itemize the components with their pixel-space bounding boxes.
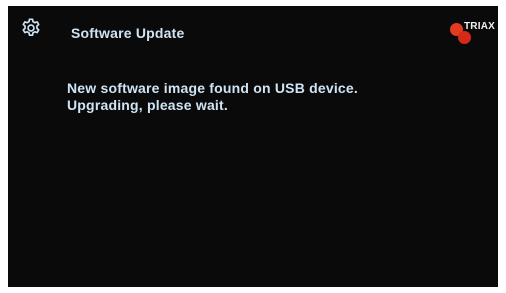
status-message-line: New software image found on USB device. bbox=[67, 80, 358, 96]
status-message-line: Upgrading, please wait. bbox=[67, 97, 228, 113]
status-message: New software image found on USB device. … bbox=[67, 80, 358, 114]
triax-logo: TRIAX bbox=[450, 18, 495, 48]
page-title: Software Update bbox=[71, 25, 185, 41]
logo-brand-text: TRIAX bbox=[464, 21, 495, 32]
logo-dot bbox=[458, 31, 471, 44]
tv-screen: Software Update TRIAX New software image… bbox=[8, 6, 498, 287]
gear-icon bbox=[20, 17, 42, 39]
